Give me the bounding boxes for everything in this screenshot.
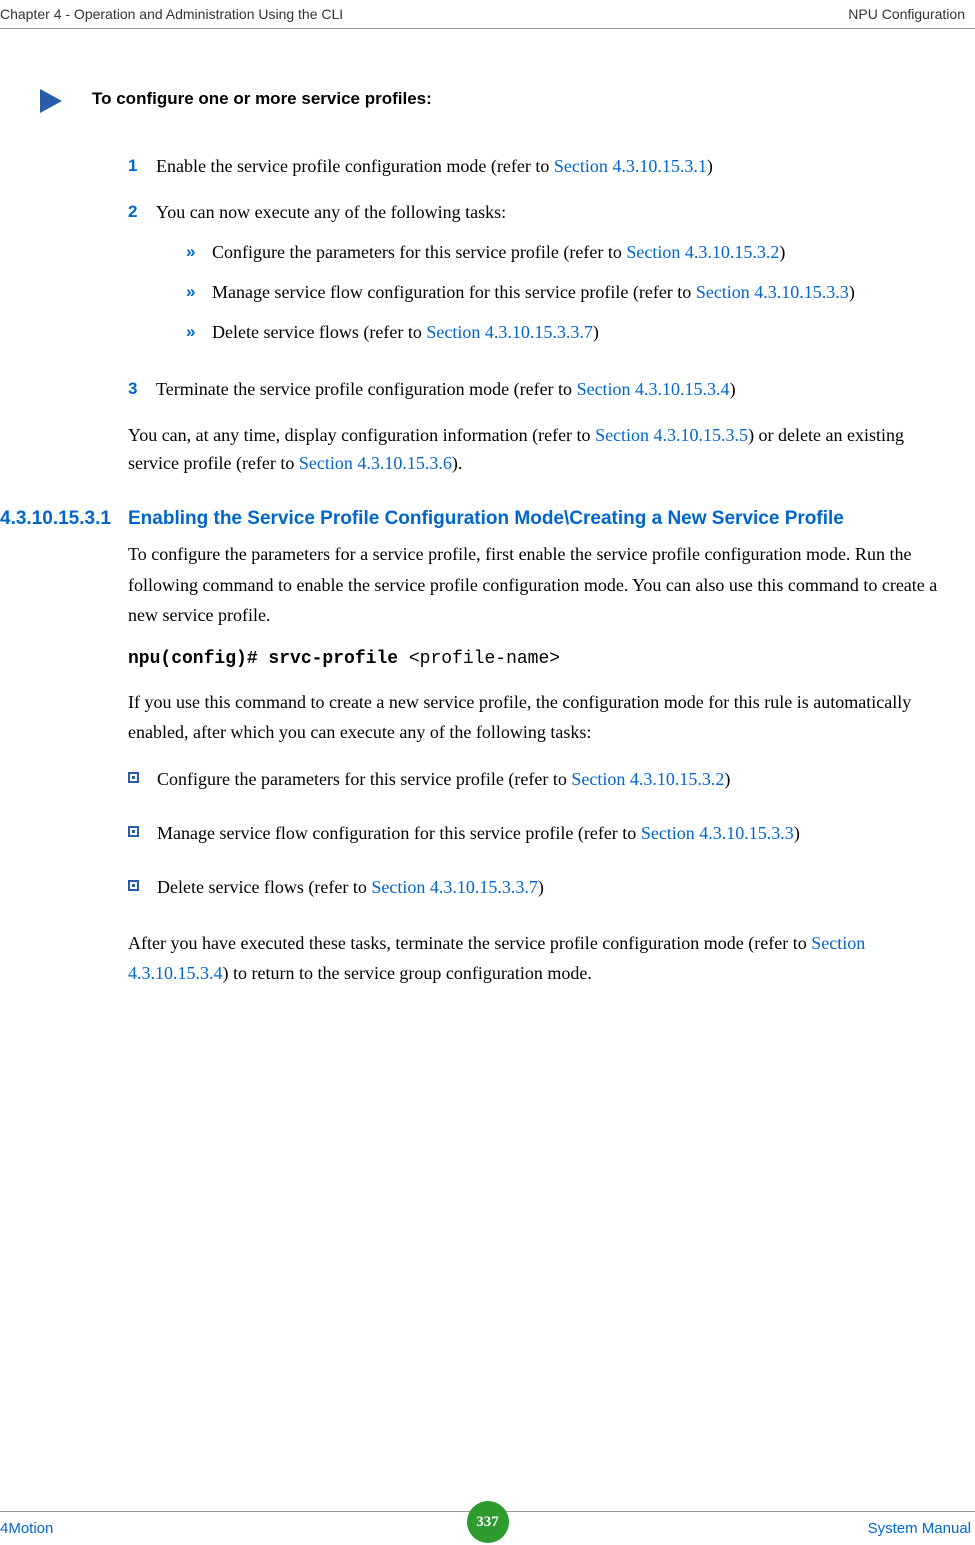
step-body: You can now execute any of the following… bbox=[156, 199, 955, 359]
step-number: 1 bbox=[128, 153, 156, 181]
page-number-badge: 337 bbox=[467, 1501, 509, 1543]
xref-link[interactable]: Section 4.3.10.15.3.2 bbox=[626, 242, 779, 262]
bullet-pre: Manage service flow configuration for th… bbox=[157, 823, 641, 843]
xref-link[interactable]: Section 4.3.10.15.3.3 bbox=[641, 823, 794, 843]
code-rest: <profile-name> bbox=[409, 649, 560, 669]
bullet-text: Manage service flow configuration for th… bbox=[157, 820, 955, 848]
bullet-pre: Delete service flows (refer to bbox=[157, 877, 371, 897]
sub-item: » Configure the parameters for this serv… bbox=[186, 239, 955, 267]
section-title: Enabling the Service Profile Configurati… bbox=[128, 508, 965, 531]
step-number: 3 bbox=[128, 376, 156, 404]
sub-text: Manage service flow configuration for th… bbox=[212, 279, 955, 307]
step-body: Terminate the service profile configurat… bbox=[156, 376, 955, 404]
section-heading: 4.3.10.15.3.1 Enabling the Service Profi… bbox=[0, 508, 965, 531]
footer-right: System Manual bbox=[868, 1520, 971, 1537]
xref-link[interactable]: Section 4.3.10.15.3.3.7 bbox=[371, 877, 538, 897]
bullet-after: ) bbox=[794, 823, 800, 843]
step-text: Terminate the service profile configurat… bbox=[156, 379, 577, 399]
step-1: 1 Enable the service profile configurati… bbox=[128, 153, 955, 181]
sub-after: ) bbox=[779, 242, 785, 262]
bullet-item: Configure the parameters for this servic… bbox=[128, 766, 955, 794]
chevron-icon: » bbox=[186, 319, 212, 347]
bullet-text: Configure the parameters for this servic… bbox=[157, 766, 955, 794]
section-number: 4.3.10.15.3.1 bbox=[0, 508, 128, 531]
sub-pre: Manage service flow configuration for th… bbox=[212, 282, 696, 302]
header-left: Chapter 4 - Operation and Administration… bbox=[0, 6, 343, 22]
square-bullet-icon bbox=[128, 772, 139, 783]
footer-left: 4Motion bbox=[0, 1520, 53, 1537]
xref-link[interactable]: Section 4.3.10.15.3.2 bbox=[571, 769, 724, 789]
closing-paragraph: After you have executed these tasks, ter… bbox=[128, 928, 955, 989]
header-right: NPU Configuration bbox=[848, 6, 965, 22]
bullet-after: ) bbox=[538, 877, 544, 897]
bullet-after: ) bbox=[724, 769, 730, 789]
code-bold: npu(config)# srvc-profile bbox=[128, 649, 409, 669]
page-header: Chapter 4 - Operation and Administration… bbox=[0, 0, 975, 29]
step-after: ) bbox=[730, 379, 736, 399]
step-number: 2 bbox=[128, 199, 156, 359]
sub-pre: Delete service flows (refer to bbox=[212, 322, 426, 342]
square-bullet-icon bbox=[128, 826, 139, 837]
step-text: You can now execute any of the following… bbox=[156, 202, 506, 222]
step-after: ) bbox=[707, 156, 713, 176]
sub-text: Delete service flows (refer to Section 4… bbox=[212, 319, 955, 347]
sub-pre: Configure the parameters for this servic… bbox=[212, 242, 626, 262]
bullet-item: Manage service flow configuration for th… bbox=[128, 820, 955, 848]
xref-link[interactable]: Section 4.3.10.15.3.4 bbox=[577, 379, 730, 399]
page-content: To configure one or more service profile… bbox=[0, 29, 975, 989]
arrow-right-icon bbox=[40, 89, 62, 113]
step-body: Enable the service profile configuration… bbox=[156, 153, 955, 181]
closing-after: ) to return to the service group configu… bbox=[223, 963, 592, 983]
code-line: npu(config)# srvc-profile <profile-name> bbox=[128, 649, 955, 669]
closing-pre: After you have executed these tasks, ter… bbox=[128, 933, 811, 953]
para-text: You can, at any time, display configurat… bbox=[128, 425, 595, 445]
bullet-item: Delete service flows (refer to Section 4… bbox=[128, 874, 955, 902]
step-text: Enable the service profile configuration… bbox=[156, 156, 554, 176]
bullet-text: Delete service flows (refer to Section 4… bbox=[157, 874, 955, 902]
intro-text: To configure one or more service profile… bbox=[92, 89, 432, 109]
intro-row: To configure one or more service profile… bbox=[40, 89, 975, 113]
square-bullet-icon bbox=[128, 880, 139, 891]
xref-link[interactable]: Section 4.3.10.15.3.6 bbox=[299, 453, 452, 473]
body-paragraph: To configure the parameters for a servic… bbox=[128, 539, 955, 631]
chevron-icon: » bbox=[186, 279, 212, 307]
sub-after: ) bbox=[593, 322, 599, 342]
step-3: 3 Terminate the service profile configur… bbox=[128, 376, 955, 404]
chevron-icon: » bbox=[186, 239, 212, 267]
body-paragraph: If you use this command to create a new … bbox=[128, 687, 955, 748]
sub-item: » Manage service flow configuration for … bbox=[186, 279, 955, 307]
xref-link[interactable]: Section 4.3.10.15.3.1 bbox=[554, 156, 707, 176]
bullet-pre: Configure the parameters for this servic… bbox=[157, 769, 571, 789]
after-steps-para: You can, at any time, display configurat… bbox=[128, 422, 955, 478]
sub-after: ) bbox=[849, 282, 855, 302]
sub-item: » Delete service flows (refer to Section… bbox=[186, 319, 955, 347]
xref-link[interactable]: Section 4.3.10.15.3.5 bbox=[595, 425, 748, 445]
step-2: 2 You can now execute any of the followi… bbox=[128, 199, 955, 359]
para-text: ). bbox=[452, 453, 463, 473]
xref-link[interactable]: Section 4.3.10.15.3.3 bbox=[696, 282, 849, 302]
sub-text: Configure the parameters for this servic… bbox=[212, 239, 955, 267]
xref-link[interactable]: Section 4.3.10.15.3.3.7 bbox=[426, 322, 593, 342]
